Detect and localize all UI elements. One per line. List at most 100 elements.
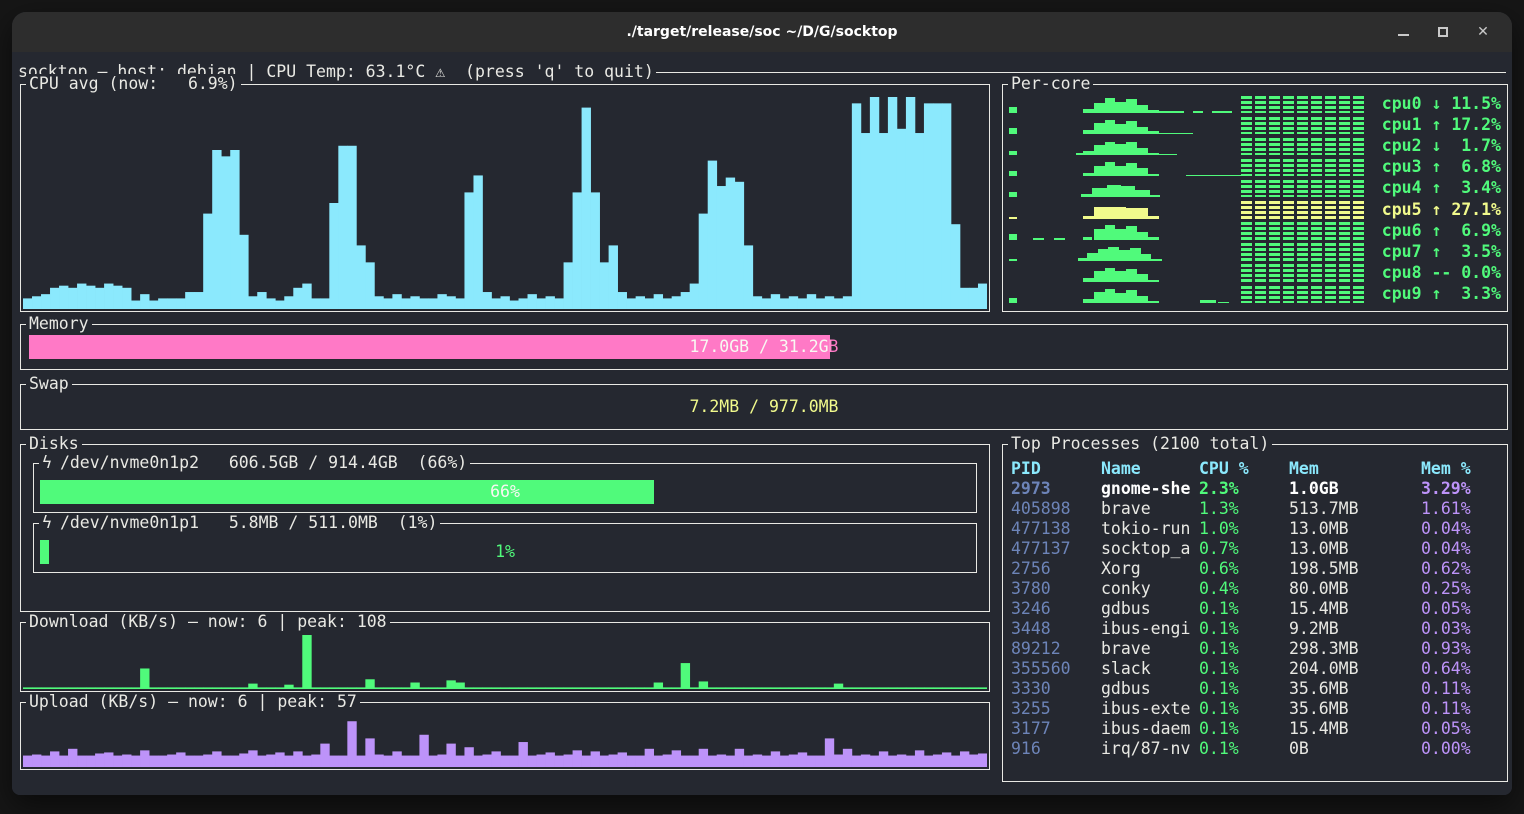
spark-segment <box>1126 290 1137 303</box>
core-sparkline <box>1006 95 1365 114</box>
spark-segment <box>1009 298 1017 303</box>
disk-2-label: /dev/nvme0n1p1 5.8MB / 511.0MB (1%) <box>60 513 438 533</box>
status-rule <box>656 72 1506 73</box>
core-sparkline <box>1006 137 1365 156</box>
cell-mem-pct: 1.61% <box>1421 499 1503 519</box>
cell-pid: 89212 <box>1011 639 1101 659</box>
spark-segment <box>1141 254 1152 261</box>
core-label-cpu7: cpu7 ↑ 3.5% <box>1371 242 1501 262</box>
swap-panel: Swap 7.2MB / 977.0MB <box>20 384 1508 430</box>
core-sparkline <box>1006 116 1365 135</box>
minimize-icon <box>1398 34 1409 36</box>
spark-segment <box>1115 229 1126 239</box>
spark-segment <box>1105 120 1116 134</box>
cell-mem-pct: 0.03% <box>1421 619 1503 639</box>
process-row: 477138tokio-run1.0%13.0MB0.04% <box>1011 519 1503 539</box>
cell-name: ibus-exte <box>1101 699 1199 719</box>
spark-segment <box>1200 300 1216 303</box>
spark-segment <box>1094 207 1126 219</box>
cell-pid: 3780 <box>1011 579 1101 599</box>
spark-segment <box>1130 248 1141 261</box>
spark-segment <box>1137 168 1148 176</box>
spark-segment <box>1009 234 1017 240</box>
cell-pid: 3330 <box>1011 679 1101 699</box>
cell-mem-pct: 0.04% <box>1421 539 1503 559</box>
spark-segment <box>1126 142 1137 155</box>
column-header-mem: Mem <box>1289 459 1421 479</box>
window-title: ./target/release/soc ~/D/G/socktop <box>626 24 897 40</box>
cell-mem-pct: 0.00% <box>1421 739 1503 759</box>
cell-mem: 0B <box>1289 739 1421 759</box>
spark-segment <box>1148 216 1159 219</box>
cell-name: socktop_a <box>1101 539 1199 559</box>
cell-pid: 355560 <box>1011 659 1101 679</box>
disk-icon: ϟ <box>42 513 52 533</box>
spark-segment <box>1126 226 1137 239</box>
spark-segment <box>1098 249 1109 260</box>
core-sparkline <box>1006 201 1365 220</box>
cell-mem: 9.2MB <box>1289 619 1421 639</box>
spark-segment <box>1115 144 1126 155</box>
status-quit-hint: (press 'q' to quit) <box>445 62 654 82</box>
download-title: Download (KB/s) — now: 6 | peak: 108 <box>26 612 390 632</box>
spark-segment <box>1148 280 1159 282</box>
warning-icon: ⚠ <box>435 62 445 82</box>
core-row-cpu5: cpu5 ↑ 27.1% <box>1006 200 1501 220</box>
spark-segment <box>1083 237 1092 240</box>
spark-segment <box>1009 259 1017 261</box>
process-row: 3330gdbus0.1%35.6MB0.11% <box>1011 679 1503 699</box>
disks-panel: Disks ϟ/dev/nvme0n1p2 606.5GB / 914.4GB … <box>20 444 990 612</box>
spark-segment <box>1087 253 1098 261</box>
spark-segment <box>1148 110 1159 113</box>
spark-segment <box>1009 128 1017 134</box>
core-sparkline <box>1006 264 1365 283</box>
minimize-button[interactable] <box>1394 23 1412 41</box>
spark-segment <box>1009 171 1017 177</box>
cell-mem-pct: 0.62% <box>1421 559 1503 579</box>
core-sparkline <box>1006 158 1365 177</box>
core-sparkline <box>1006 222 1365 241</box>
core-sparkline <box>1006 243 1365 262</box>
cell-pid: 405898 <box>1011 499 1101 519</box>
core-row-cpu3: cpu3 ↑ 6.8% <box>1006 157 1501 177</box>
disk-1-gauge: 66%66% <box>40 480 970 504</box>
core-row-cpu6: cpu6 ↑ 6.9% <box>1006 221 1501 241</box>
spark-segment <box>1105 268 1116 282</box>
title-bar: ./target/release/soc ~/D/G/socktop ✕ <box>12 12 1512 52</box>
close-button[interactable]: ✕ <box>1474 23 1492 41</box>
spark-segment <box>1137 274 1148 282</box>
spark-segment <box>1135 190 1149 198</box>
spark-segment <box>1151 259 1162 261</box>
spark-segment <box>1218 302 1229 303</box>
spark-segment <box>1083 109 1094 113</box>
spark-segment <box>1241 243 1365 260</box>
spark-segment <box>1105 142 1116 156</box>
disk-icon: ϟ <box>42 453 52 473</box>
cell-mem: 35.6MB <box>1289 699 1421 719</box>
cell-mem-pct: 0.11% <box>1421 679 1503 699</box>
disk-2-gauge: 1%1% <box>40 540 970 564</box>
spark-segment <box>1009 151 1017 156</box>
spark-segment <box>1137 296 1148 303</box>
top-processes-panel: Top Processes (2100 total) PIDNameCPU %M… <box>1002 444 1508 782</box>
cell-cpu: 0.1% <box>1199 719 1289 739</box>
disk-1-label: /dev/nvme0n1p2 606.5GB / 914.4GB (66%) <box>60 453 467 473</box>
core-label-cpu9: cpu9 ↑ 3.3% <box>1371 284 1501 304</box>
core-label-cpu2: cpu2 ↓ 1.7% <box>1371 136 1501 156</box>
process-row: 3177ibus-daem0.1%15.4MB0.05% <box>1011 719 1503 739</box>
process-row: 355560slack0.1%204.0MB0.64% <box>1011 659 1503 679</box>
core-label-cpu1: cpu1 ↑ 17.2% <box>1371 115 1501 135</box>
swap-title: Swap <box>26 374 72 394</box>
cell-pid: 916 <box>1011 739 1101 759</box>
spark-segment <box>1148 174 1159 177</box>
maximize-button[interactable] <box>1434 23 1452 41</box>
spark-segment <box>1115 166 1126 177</box>
spark-segment <box>1137 232 1148 240</box>
cell-mem-pct: 0.64% <box>1421 659 1503 679</box>
process-row: 2756Xorg0.6%198.5MB0.62% <box>1011 559 1503 579</box>
top-processes-title: Top Processes (2100 total) <box>1008 434 1272 454</box>
spark-segment <box>1083 151 1094 155</box>
memory-panel: Memory 17.0GB / 31.2GB17.0GB / 31.2GB <box>20 324 1508 370</box>
cell-mem-pct: 0.04% <box>1421 519 1503 539</box>
upload-title: Upload (KB/s) — now: 6 | peak: 57 <box>26 692 360 712</box>
